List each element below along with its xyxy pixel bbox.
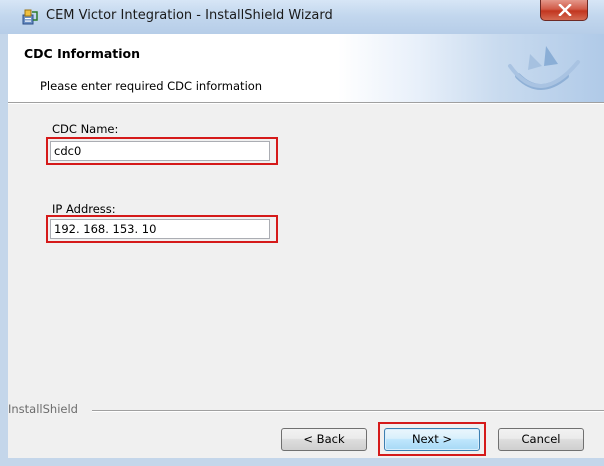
installer-window: CEM Victor Integration - InstallShield W… bbox=[0, 0, 604, 466]
window-title: CEM Victor Integration - InstallShield W… bbox=[46, 8, 333, 23]
close-button[interactable] bbox=[540, 0, 588, 21]
header-divider bbox=[8, 102, 604, 104]
installshield-brand-label: InstallShield bbox=[8, 402, 78, 416]
ip-address-input[interactable] bbox=[50, 219, 270, 239]
ip-address-label: IP Address: bbox=[52, 202, 116, 216]
back-button[interactable]: < Back bbox=[281, 428, 367, 451]
cdc-name-input[interactable] bbox=[50, 141, 270, 161]
title-bar[interactable]: CEM Victor Integration - InstallShield W… bbox=[0, 0, 604, 34]
page-title: CDC Information bbox=[24, 46, 141, 61]
footer-divider bbox=[92, 410, 604, 412]
wizard-header: CDC Information Please enter required CD… bbox=[8, 34, 604, 102]
next-button[interactable]: Next > bbox=[384, 428, 480, 451]
wizard-body: CDC Information Please enter required CD… bbox=[8, 34, 604, 458]
installer-app-icon bbox=[22, 8, 38, 25]
cancel-button[interactable]: Cancel bbox=[498, 428, 584, 451]
cdc-name-label: CDC Name: bbox=[52, 122, 119, 136]
installshield-logo-icon bbox=[488, 36, 592, 101]
page-subtitle: Please enter required CDC information bbox=[40, 79, 263, 93]
